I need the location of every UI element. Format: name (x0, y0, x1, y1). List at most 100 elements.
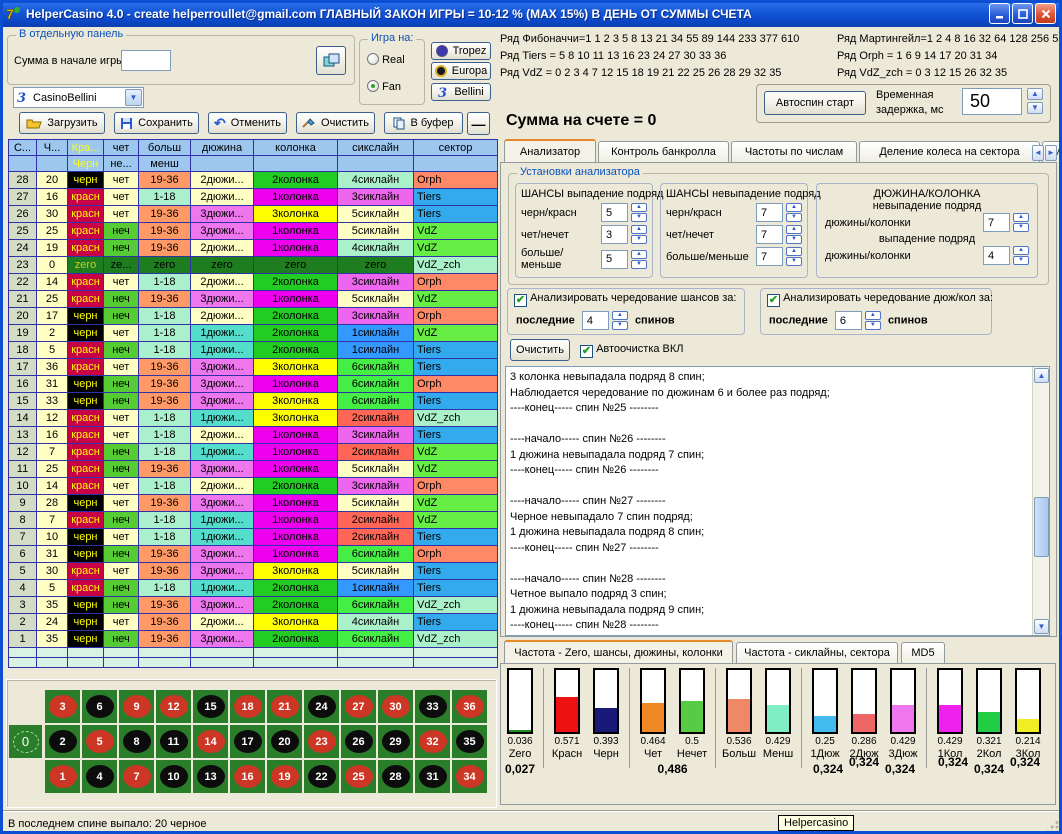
roulette-number-18[interactable]: 18 (230, 690, 265, 723)
spin-up[interactable]: ▲ (786, 203, 802, 212)
europa-button[interactable]: Europa (431, 62, 491, 80)
scroll-down-button[interactable]: ▼ (1034, 619, 1049, 634)
roulette-number-12[interactable]: 12 (156, 690, 191, 723)
roulette-number-13[interactable]: 13 (193, 760, 228, 793)
alternation-chances-checkbox[interactable]: ✔ Анализировать чередование шансов за: (514, 292, 736, 307)
spin-up[interactable]: ▲ (631, 203, 647, 212)
roulette-zero[interactable]: 0 (9, 725, 42, 758)
column-header[interactable] (254, 156, 338, 172)
log-scrollbar[interactable]: ▲ ▼ (1032, 367, 1049, 635)
column-header[interactable]: не... (104, 156, 139, 172)
scroll-up-button[interactable]: ▲ (1034, 368, 1049, 383)
spin-down[interactable]: ▼ (631, 260, 647, 269)
value-spinner[interactable]: 5▲▼ (601, 203, 647, 222)
log-clear-button[interactable]: Очистить (510, 339, 570, 361)
chances-spins-spinner[interactable]: 4▲▼ (582, 311, 628, 330)
spin-down[interactable]: ▼ (865, 321, 881, 330)
value-spinner[interactable]: 7▲▼ (756, 225, 802, 244)
roulette-number-31[interactable]: 31 (415, 760, 450, 793)
roulette-number-36[interactable]: 36 (452, 690, 487, 723)
detach-panel-button[interactable] (316, 46, 346, 75)
bellini-button[interactable]: 3 Bellini (431, 83, 491, 101)
dozcol-spins-spinner[interactable]: 6▲▼ (835, 311, 881, 330)
undo-button[interactable]: ↶ Отменить (208, 112, 287, 134)
autospin-start-button[interactable]: Автоспин старт (764, 91, 866, 115)
roulette-number-3[interactable]: 3 (45, 690, 80, 723)
maximize-button[interactable] (1012, 3, 1033, 24)
radio-real[interactable]: Real (367, 53, 405, 66)
autoclear-check[interactable]: ✔ (580, 345, 593, 358)
spin-row[interactable]: 1631черннеч19-363дюжи...1колонка6сиклайн… (9, 376, 498, 393)
close-button[interactable] (1035, 3, 1056, 24)
column-header[interactable] (191, 156, 254, 172)
roulette-number-20[interactable]: 20 (267, 725, 302, 758)
spin-row[interactable]: 631черннеч19-363дюжи...1колонка6сиклайнO… (9, 546, 498, 563)
column-header[interactable] (338, 156, 414, 172)
chart-tab-3[interactable]: MD5 (901, 642, 945, 663)
roulette-number-1[interactable]: 1 (45, 760, 80, 793)
column-header[interactable]: менш (139, 156, 191, 172)
scroll-thumb[interactable] (1034, 497, 1049, 557)
column-header[interactable]: больш (139, 140, 191, 156)
spin-row[interactable]: 2419красннеч19-362дюжи...1колонка4сиклай… (9, 240, 498, 257)
spin-up[interactable]: ▲ (631, 250, 647, 259)
column-header[interactable]: С... (9, 140, 37, 156)
spin-row[interactable]: 335черннеч19-363дюжи...2колонка6сиклайнV… (9, 597, 498, 614)
spin-row[interactable]: 224чернчет19-362дюжи...3колонка4сиклайнT… (9, 614, 498, 631)
roulette-number-9[interactable]: 9 (119, 690, 154, 723)
spin-down[interactable]: ▼ (631, 213, 647, 222)
spin-row[interactable]: 530краснчет19-363дюжи...3колонка5сиклайн… (9, 563, 498, 580)
alternation-dozcol-checkbox[interactable]: ✔ Анализировать чередование дюж/кол за: (767, 292, 993, 307)
roulette-number-25[interactable]: 25 (341, 760, 376, 793)
roulette-number-29[interactable]: 29 (378, 725, 413, 758)
tab-Анализатор[interactable]: Анализатор (504, 139, 596, 162)
roulette-number-2[interactable]: 2 (45, 725, 80, 758)
spin-down[interactable]: ▼ (631, 235, 647, 244)
tropez-button[interactable]: Tropez (431, 42, 491, 60)
load-button[interactable]: Загрузить (19, 112, 105, 134)
value-spinner[interactable]: 7▲▼ (756, 203, 802, 222)
value-spinner[interactable]: 7▲▼ (983, 213, 1029, 232)
roulette-number-21[interactable]: 21 (267, 690, 302, 723)
spin-up[interactable]: ▲ (1013, 213, 1029, 222)
spin-row[interactable]: 127красннеч1-181дюжи...1колонка2сиклайнV… (9, 444, 498, 461)
roulette-number-27[interactable]: 27 (341, 690, 376, 723)
spin-row[interactable]: 928чернчет19-363дюжи...1колонка5сиклайнV… (9, 495, 498, 512)
roulette-number-17[interactable]: 17 (230, 725, 265, 758)
to-buffer-button[interactable]: В буфер (384, 112, 463, 134)
value-spinner[interactable]: 4▲▼ (983, 246, 1029, 265)
combo-dropdown-arrow[interactable]: ▼ (125, 89, 142, 106)
roulette-number-4[interactable]: 4 (82, 760, 117, 793)
chart-tab-2[interactable]: Частота - сиклайны, сектора (736, 642, 898, 663)
spin-down[interactable]: ▼ (786, 257, 802, 266)
tab-Деление колеса на сектора[interactable]: Деление колеса на сектора (859, 141, 1040, 162)
radio-fan[interactable]: Fan (367, 80, 401, 93)
spin-row[interactable]: 185красннеч1-181дюжи...2колонка1сиклайнT… (9, 342, 498, 359)
column-header[interactable]: чет (104, 140, 139, 156)
autoclear-checkbox[interactable]: ✔ Автоочистка ВКЛ (580, 343, 684, 358)
value-spinner[interactable]: 5▲▼ (601, 250, 647, 269)
roulette-number-7[interactable]: 7 (119, 760, 154, 793)
spin-down[interactable]: ▼ (612, 321, 628, 330)
roulette-number-23[interactable]: 23 (304, 725, 339, 758)
analyzer-log[interactable]: 3 колонка невыпадала подряд 8 спин; Набл… (505, 366, 1050, 636)
roulette-number-24[interactable]: 24 (304, 690, 339, 723)
spin-up[interactable]: ▲ (631, 225, 647, 234)
spin-row[interactable]: 1014краснчет1-182дюжи...2колонка3сиклайн… (9, 478, 498, 495)
spin-down[interactable]: ▼ (786, 235, 802, 244)
start-sum-input[interactable] (121, 50, 171, 71)
roulette-number-10[interactable]: 10 (156, 760, 191, 793)
roulette-number-6[interactable]: 6 (82, 690, 117, 723)
column-header[interactable]: колонка (254, 140, 338, 156)
column-header[interactable]: Черн (68, 156, 104, 172)
roulette-number-14[interactable]: 14 (193, 725, 228, 758)
spin-row[interactable]: 2017черннеч1-182дюжи...2колонка3сиклайнO… (9, 308, 498, 325)
roulette-number-34[interactable]: 34 (452, 760, 487, 793)
spin-down[interactable]: ▼ (786, 213, 802, 222)
spin-row[interactable]: 1736краснчет19-363дюжи...3колонка6сиклай… (9, 359, 498, 376)
spin-row[interactable]: 1316краснчет1-182дюжи...1колонка3сиклайн… (9, 427, 498, 444)
delay-up-button[interactable]: ▲ (1027, 88, 1043, 100)
spin-row[interactable]: 2125красннеч19-363дюжи...1колонка5сиклай… (9, 291, 498, 308)
tab-Частоты по числам[interactable]: Частоты по числам (731, 141, 857, 162)
roulette-number-22[interactable]: 22 (304, 760, 339, 793)
